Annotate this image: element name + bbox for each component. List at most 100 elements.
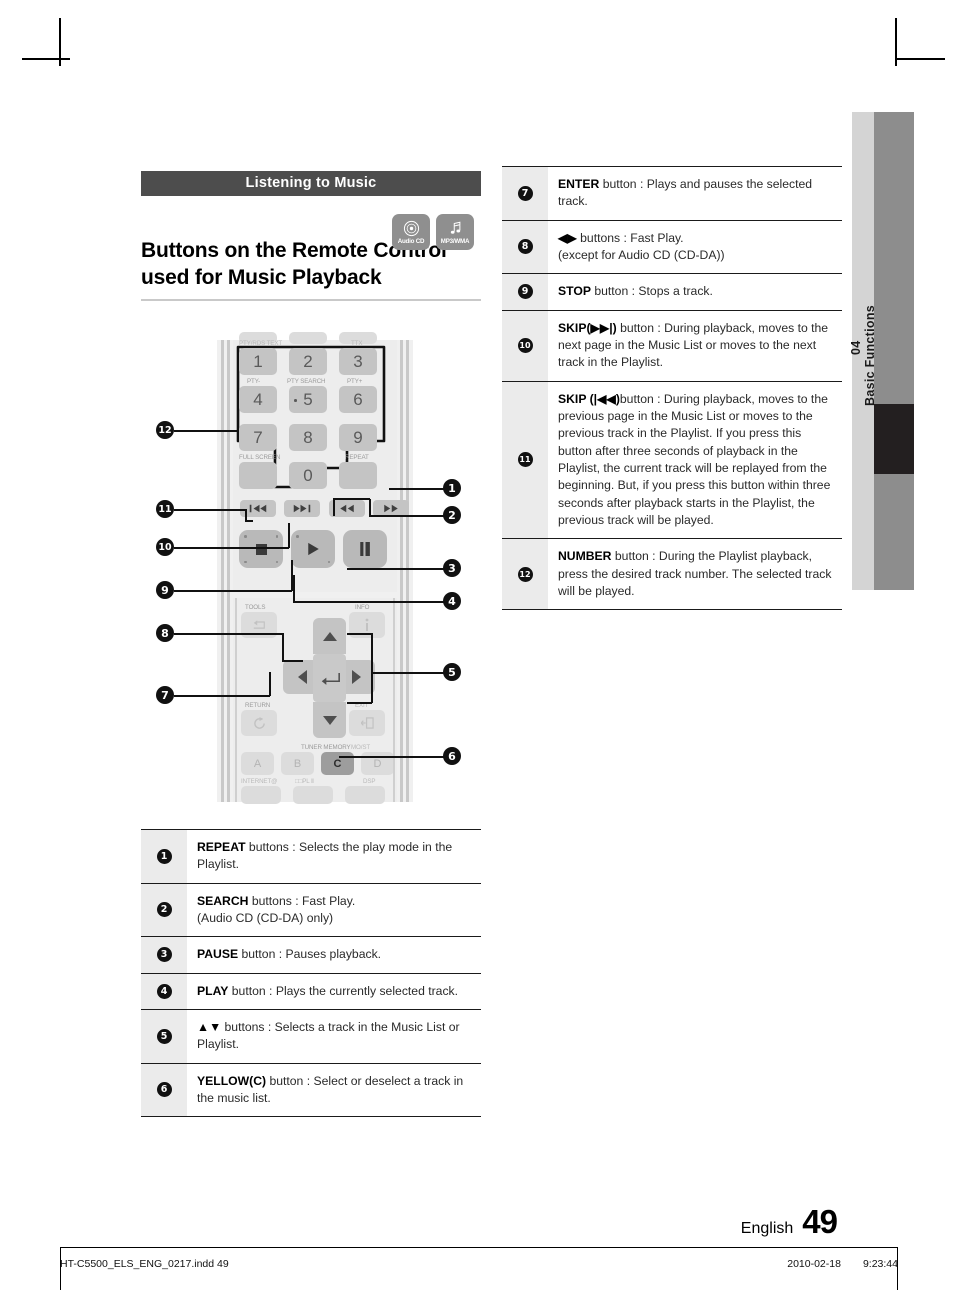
table-row-description-line2: (except for Audio CD (CD-DA)) — [558, 247, 725, 262]
pause-icon — [359, 542, 370, 556]
key-dolby-pl[interactable] — [293, 786, 333, 804]
callout-12-leader — [174, 430, 239, 432]
key-internet[interactable] — [241, 786, 281, 804]
key-full-screen[interactable] — [239, 462, 277, 489]
key-8[interactable]: 8 — [289, 424, 327, 451]
table-row: 5 ▲▼ buttons : Selects a track in the Mus… — [141, 1009, 481, 1064]
table-row-number-cell: 12 — [502, 539, 548, 610]
callout-badge-6: 6 — [156, 1082, 172, 1098]
section-bar: Listening to Music — [141, 171, 481, 196]
callout-badge-5: 5 — [156, 1028, 172, 1044]
remote-rail-left-outer — [221, 340, 224, 802]
key-label-tuner-memory: TUNER MEMORY — [301, 744, 351, 751]
callout-2-leader-2 — [333, 498, 370, 500]
key-label-dolby-pl: □□PL Ⅱ — [295, 778, 314, 785]
return-icon — [253, 716, 265, 729]
table-row-number-cell: 1 — [141, 830, 187, 883]
key-arrow-up[interactable] — [313, 618, 346, 654]
callout-4-leader — [293, 601, 445, 603]
key-dsp[interactable] — [345, 786, 385, 804]
callout-5-leader-2 — [347, 633, 372, 635]
key-arrow-down[interactable] — [313, 702, 346, 738]
callout-badge-2: 2 — [156, 902, 172, 918]
table-row-button-name: SKIP(▶▶|) — [558, 320, 617, 335]
callout-2: 2 — [443, 506, 461, 524]
key-label-repeat: REPEAT — [345, 454, 369, 461]
remote-rail-right-inner — [400, 340, 403, 802]
callout-5: 5 — [443, 663, 461, 681]
key-play[interactable] — [291, 530, 335, 568]
key-partial-top-2[interactable] — [289, 332, 327, 344]
key-enter[interactable] — [313, 654, 346, 702]
callout-6: 6 — [443, 747, 461, 765]
key-color-b[interactable]: B — [281, 752, 314, 775]
badge-mp3-wma: MP3/WMA — [436, 214, 474, 250]
callout-4-leader-v — [293, 575, 295, 602]
remote-body: PTY/RDS TEXT TTX 1 2 3 PTY- PTY SEARCH P… — [217, 332, 413, 804]
callout-10-leader — [174, 547, 289, 549]
key-label-dsp: DSP — [363, 778, 376, 785]
table-row: 6 YELLOW(C) button : Select or deselect a… — [141, 1063, 481, 1118]
table-row: 9 STOP button : Stops a track. — [502, 274, 842, 311]
key-9[interactable]: 9 — [339, 424, 377, 451]
key-label-mo-st: MO/ST — [351, 744, 371, 751]
key-label-info: INFO — [355, 604, 370, 611]
key-6[interactable]: 6 — [339, 386, 377, 413]
key-label-top-left: PTY/RDS TEXT — [239, 340, 283, 347]
table-row-number-cell: 11 — [502, 381, 548, 539]
callout-10-leader-v — [288, 523, 290, 548]
table-row-description: NUMBER button : During the Playlist play… — [558, 549, 832, 598]
table-row-description: SEARCH buttons : Fast Play. (Audio CD (CD… — [197, 893, 356, 925]
callout-badge-1: 1 — [156, 848, 172, 864]
callout-9: 9 — [156, 581, 174, 599]
key-7[interactable]: 7 — [239, 424, 277, 451]
table-row-button-name: ◀▶ — [558, 230, 577, 245]
badge-audio-cd-label: Audio CD — [397, 238, 425, 245]
table-row-description: PLAY button : Plays the currently select… — [197, 983, 459, 998]
callout-6-leader — [339, 756, 445, 758]
key-5-dot — [294, 399, 297, 402]
callout-badge-7: 7 — [517, 185, 533, 201]
badge-audio-cd: Audio CD — [392, 214, 430, 250]
table-row-button-name: STOP — [558, 284, 591, 299]
table-row-number-cell: 2 — [141, 883, 187, 937]
callout-11-leader — [174, 509, 246, 511]
callout-badge-10: 10 — [517, 338, 533, 354]
callout-badge-4: 4 — [156, 983, 172, 999]
key-1[interactable]: 1 — [239, 348, 277, 375]
table-row-button-name: ▲▼ — [197, 1019, 222, 1034]
key-2[interactable]: 2 — [289, 348, 327, 375]
key-pause[interactable] — [343, 530, 387, 568]
exit-icon — [360, 717, 374, 729]
key-repeat[interactable] — [339, 462, 377, 489]
table-row: 3 PAUSE button : Pauses playback. — [141, 937, 481, 974]
key-4[interactable]: 4 — [239, 386, 277, 413]
key-stop[interactable] — [239, 530, 283, 568]
key-skip-next[interactable] — [284, 500, 320, 517]
arrow-up-icon — [322, 631, 337, 641]
key-exit[interactable] — [349, 710, 385, 736]
table-row-number-cell: 9 — [502, 274, 548, 310]
key-color-a[interactable]: A — [241, 752, 274, 775]
chapter-tab: Basic Functions 04 — [849, 112, 914, 590]
callout-4: 4 — [443, 592, 461, 610]
key-0[interactable]: 0 — [289, 462, 327, 489]
remote-rail-left-inner — [227, 340, 230, 802]
chapter-tab-dark-strip — [874, 112, 914, 590]
key-return[interactable] — [241, 710, 277, 736]
footer-language: English — [740, 1220, 794, 1237]
callout-5-leader-v — [371, 633, 373, 703]
table-row: 1 REPEAT buttons : Selects the play mode … — [141, 829, 481, 884]
arrow-left-icon — [297, 670, 307, 684]
callout-1: 1 — [443, 479, 461, 497]
callout-2-leader-v2 — [333, 499, 335, 516]
callout-2-leader — [369, 515, 445, 517]
table-row-number-cell: 7 — [502, 167, 548, 220]
table-row-button-name: PLAY — [197, 983, 229, 998]
chapter-title: Basic Functions — [863, 304, 877, 406]
table-row-button-name: REPEAT — [197, 840, 246, 854]
table-row-number-cell: 10 — [502, 310, 548, 381]
table-row: 7 ENTER button : Plays and pauses the sel… — [502, 166, 842, 221]
callout-badge-3: 3 — [156, 947, 172, 963]
key-3[interactable]: 3 — [339, 348, 377, 375]
